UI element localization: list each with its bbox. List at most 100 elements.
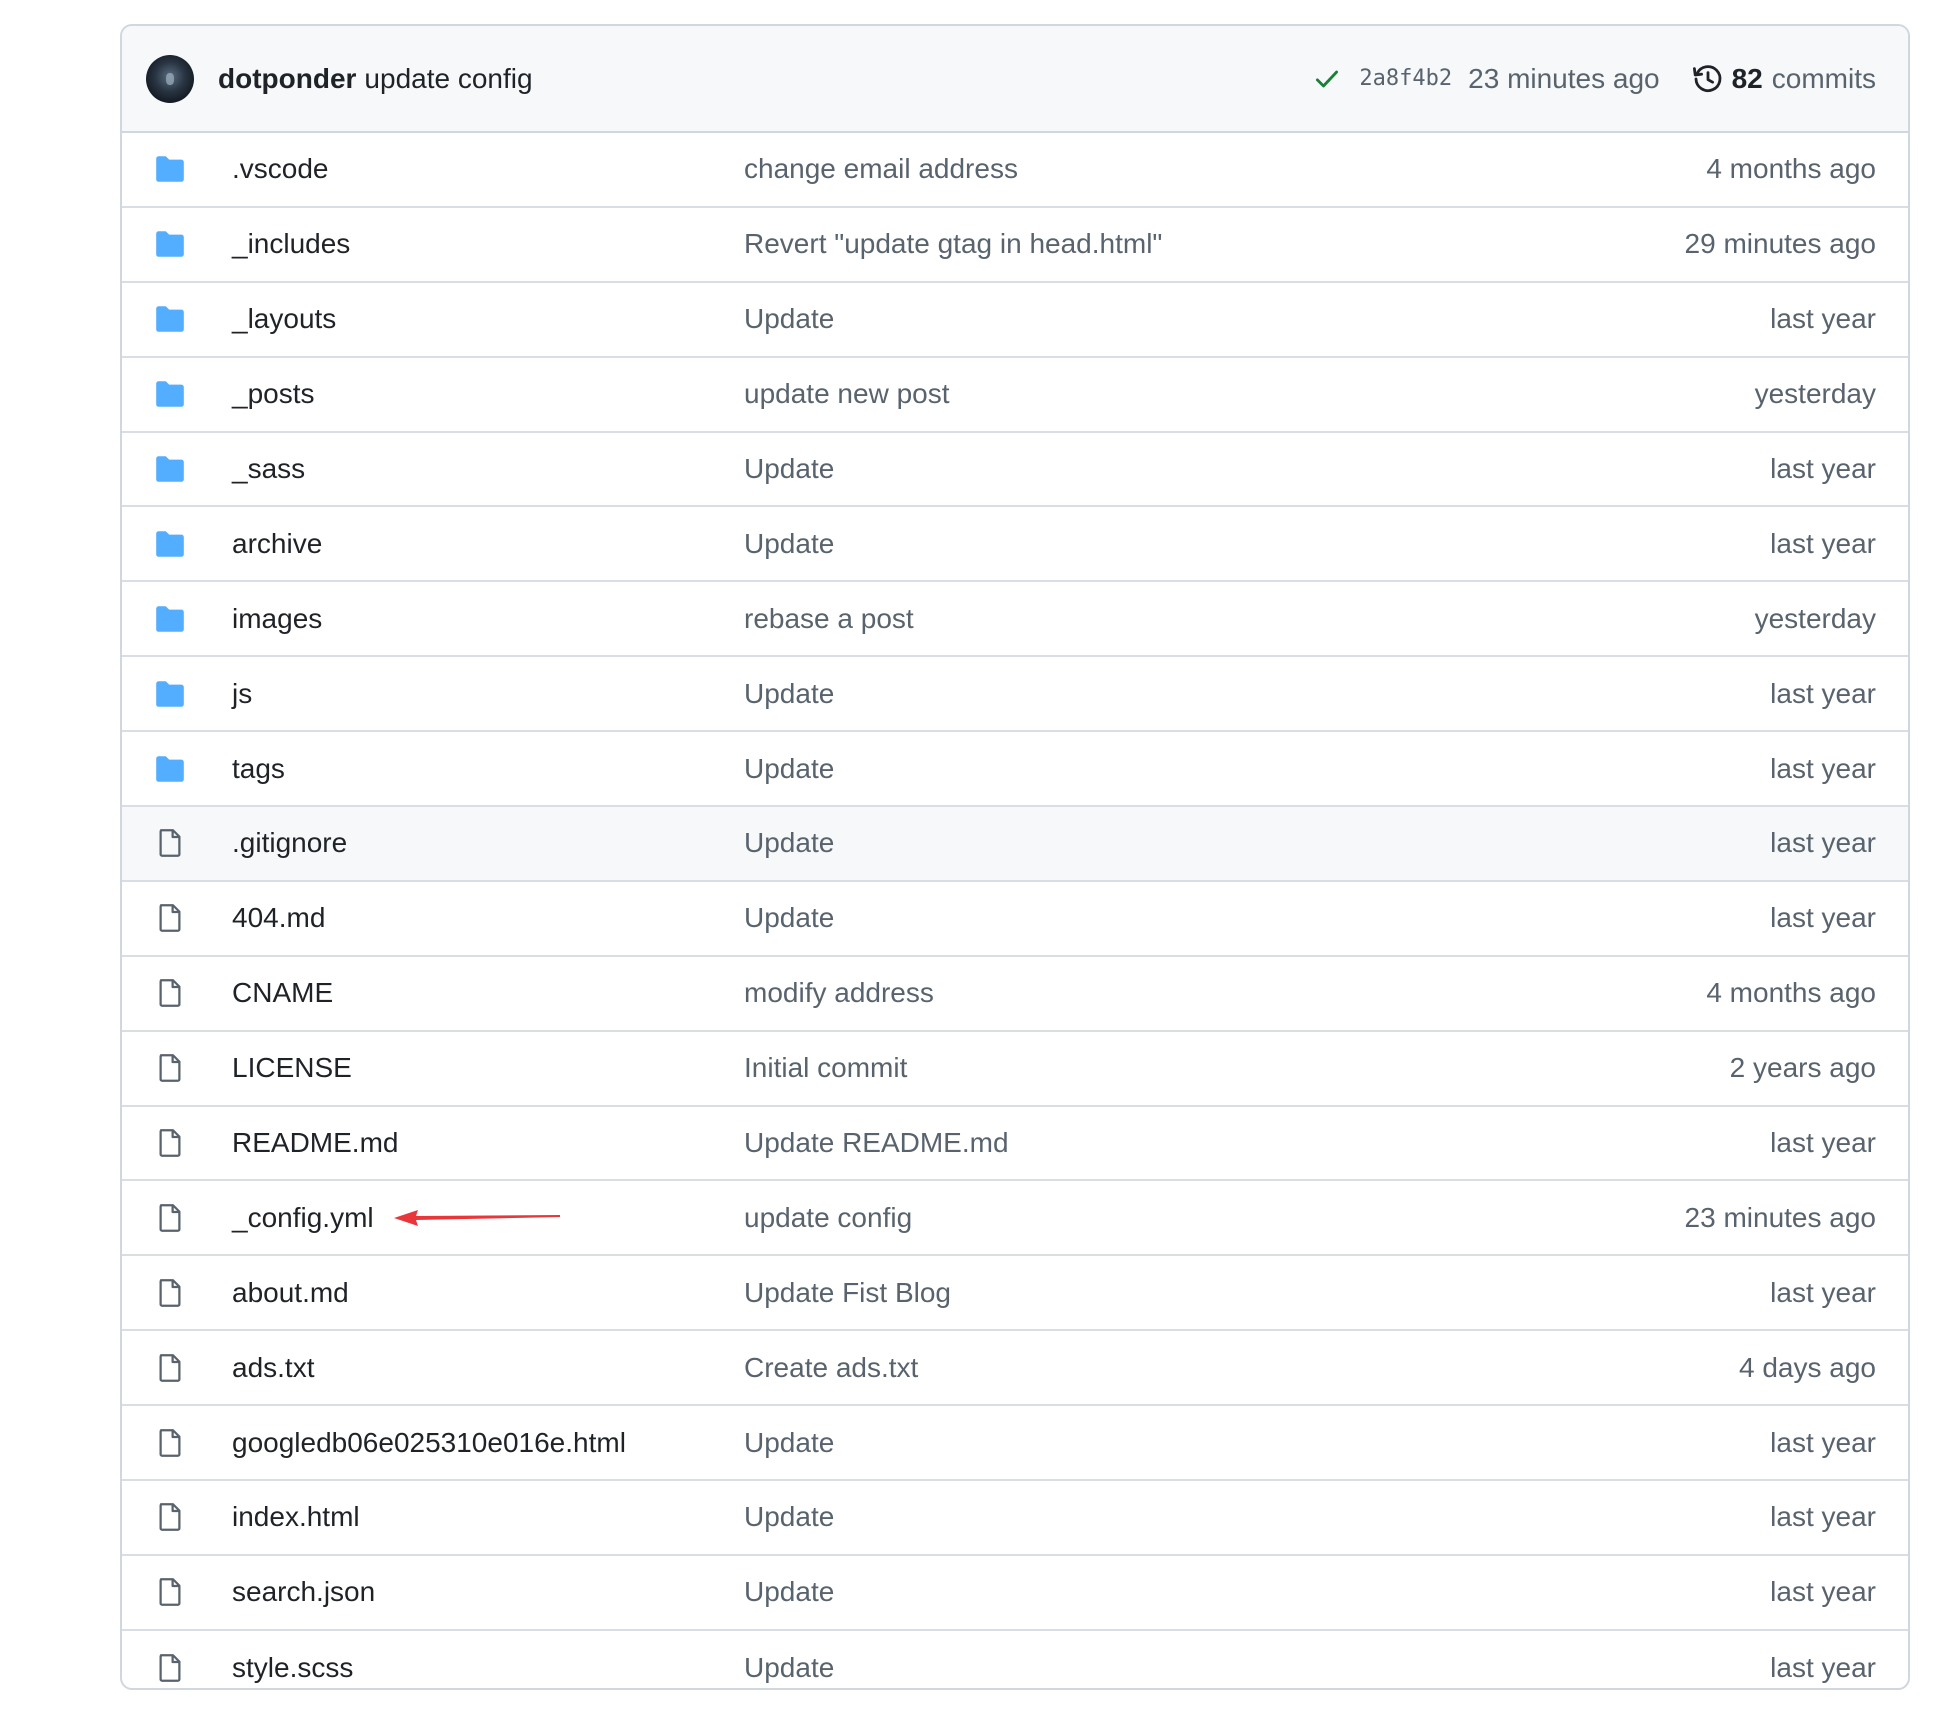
file-name-link[interactable]: LICENSE bbox=[232, 1052, 744, 1084]
commit-age: last year bbox=[1770, 677, 1876, 709]
commit-count: 82 bbox=[1731, 62, 1763, 94]
file-icon bbox=[152, 825, 188, 861]
file-row[interactable]: LICENSE Initial commit 2 years ago bbox=[122, 1032, 1908, 1107]
file-name-link[interactable]: tags bbox=[232, 753, 744, 785]
file-icon bbox=[152, 1650, 188, 1686]
commit-sha-link[interactable]: 2a8f4b2 bbox=[1359, 66, 1452, 91]
commit-age: last year bbox=[1770, 827, 1876, 859]
commit-message-link[interactable]: update config bbox=[744, 1202, 1685, 1234]
folder-icon bbox=[152, 601, 188, 637]
file-row[interactable]: images rebase a post yesterday bbox=[122, 582, 1908, 658]
file-row[interactable]: index.html Update last year bbox=[122, 1481, 1908, 1556]
folder-icon bbox=[152, 151, 188, 187]
commit-message-link[interactable]: update new post bbox=[744, 378, 1755, 410]
folder-icon bbox=[152, 301, 188, 337]
commit-message-link[interactable]: Update bbox=[744, 453, 1770, 485]
file-icon bbox=[152, 1125, 188, 1161]
file-row[interactable]: _sass Update last year bbox=[122, 433, 1908, 508]
file-name-link[interactable]: _posts bbox=[232, 378, 744, 410]
file-name-link[interactable]: 404.md bbox=[232, 902, 744, 934]
file-name-link[interactable]: images bbox=[232, 603, 744, 635]
commit-age: last year bbox=[1770, 1652, 1876, 1684]
commit-message-link[interactable]: Update bbox=[744, 753, 1770, 785]
commit-message-link[interactable]: Update Fist Blog bbox=[744, 1277, 1770, 1309]
file-icon bbox=[152, 975, 188, 1011]
file-row[interactable]: googledb06e025310e016e.html Update last ye… bbox=[122, 1406, 1908, 1482]
file-row[interactable]: _includes Revert "update gtag in head.htm… bbox=[122, 208, 1908, 283]
check-icon[interactable] bbox=[1313, 65, 1341, 93]
commit-message-link[interactable]: Update bbox=[744, 902, 1770, 934]
file-icon bbox=[152, 1350, 188, 1386]
file-row[interactable]: js Update last year bbox=[122, 657, 1908, 733]
file-name-link[interactable]: js bbox=[232, 678, 744, 710]
file-icon bbox=[152, 1425, 188, 1461]
file-name-link[interactable]: _layouts bbox=[232, 303, 744, 335]
file-name-link[interactable]: ads.txt bbox=[232, 1352, 744, 1384]
file-row[interactable]: .vscode change email address 4 months ago bbox=[122, 133, 1908, 208]
commit-message-link[interactable]: rebase a post bbox=[744, 603, 1755, 635]
file-name-link[interactable]: _includes bbox=[232, 228, 744, 260]
folder-icon bbox=[152, 751, 188, 787]
file-row[interactable]: .gitignore Update last year bbox=[122, 807, 1908, 882]
file-browser: dotponder update config 2a8f4b2 23 minut… bbox=[120, 24, 1910, 1690]
commit-message-link[interactable]: Update bbox=[744, 1427, 1770, 1459]
commit-age: last year bbox=[1770, 527, 1876, 559]
file-name-link[interactable]: index.html bbox=[232, 1501, 744, 1533]
file-row[interactable]: _config.yml update config 23 minutes ago bbox=[122, 1181, 1908, 1257]
file-icon bbox=[152, 1200, 188, 1236]
file-row[interactable]: README.md Update README.md last year bbox=[122, 1107, 1908, 1182]
commit-age: 4 days ago bbox=[1739, 1351, 1876, 1383]
commit-message-link[interactable]: modify address bbox=[744, 977, 1706, 1009]
commit-author-link[interactable]: dotponder bbox=[218, 63, 356, 95]
commit-message-link[interactable]: Initial commit bbox=[744, 1052, 1730, 1084]
file-name-link[interactable]: _config.yml bbox=[232, 1202, 744, 1234]
latest-commit-bar: dotponder update config 2a8f4b2 23 minut… bbox=[122, 26, 1908, 133]
commit-message-link[interactable]: Update bbox=[744, 827, 1770, 859]
file-name-link[interactable]: search.json bbox=[232, 1576, 744, 1608]
commit-message-link[interactable]: update config bbox=[364, 63, 532, 95]
commit-message-link[interactable]: Update bbox=[744, 678, 1770, 710]
commit-message-link[interactable]: Update bbox=[744, 1576, 1770, 1608]
file-row[interactable]: CNAME modify address 4 months ago bbox=[122, 957, 1908, 1032]
commit-message-link[interactable]: Update bbox=[744, 1501, 1770, 1533]
commit-message-link[interactable]: Create ads.txt bbox=[744, 1352, 1739, 1384]
file-name-link[interactable]: README.md bbox=[232, 1127, 744, 1159]
file-row[interactable]: about.md Update Fist Blog last year bbox=[122, 1256, 1908, 1332]
commit-message-link[interactable]: Update bbox=[744, 303, 1770, 335]
file-icon bbox=[152, 1574, 188, 1610]
file-row[interactable]: ads.txt Create ads.txt 4 days ago bbox=[122, 1331, 1908, 1407]
commit-message-link[interactable]: Update README.md bbox=[744, 1127, 1770, 1159]
file-name-link[interactable]: style.scss bbox=[232, 1652, 744, 1684]
file-row[interactable]: _posts update new post yesterday bbox=[122, 358, 1908, 433]
file-icon bbox=[152, 900, 188, 936]
file-name-link[interactable]: CNAME bbox=[232, 977, 744, 1009]
commit-age: last year bbox=[1770, 303, 1876, 335]
file-row[interactable]: 404.md Update last year bbox=[122, 882, 1908, 957]
file-row[interactable]: style.scss Update last year bbox=[122, 1631, 1908, 1688]
file-row[interactable]: _layouts Update last year bbox=[122, 283, 1908, 358]
history-icon bbox=[1692, 64, 1721, 92]
file-name-link[interactable]: .vscode bbox=[232, 153, 744, 185]
folder-icon bbox=[152, 676, 188, 712]
commit-age: last year bbox=[1770, 752, 1876, 784]
commit-message-link[interactable]: change email address bbox=[744, 153, 1706, 185]
file-name-link[interactable]: about.md bbox=[232, 1277, 744, 1309]
commit-age: last year bbox=[1770, 1127, 1876, 1159]
file-row[interactable]: search.json Update last year bbox=[122, 1556, 1908, 1631]
author-avatar[interactable] bbox=[146, 54, 194, 103]
file-row[interactable]: tags Update last year bbox=[122, 732, 1908, 808]
commit-age: last year bbox=[1770, 453, 1876, 484]
file-row[interactable]: archive Update last year bbox=[122, 507, 1908, 583]
file-list: .vscode change email address 4 months ago _… bbox=[122, 133, 1908, 1688]
commit-message-link[interactable]: Revert "update gtag in head.html" bbox=[744, 228, 1685, 260]
file-name-link[interactable]: .gitignore bbox=[232, 827, 744, 859]
commit-age: 4 months ago bbox=[1706, 977, 1876, 1009]
file-name-link[interactable]: googledb06e025310e016e.html bbox=[232, 1427, 744, 1459]
commit-time: 23 minutes ago bbox=[1468, 62, 1660, 94]
file-name-link[interactable]: _sass bbox=[232, 453, 744, 485]
commits-history-link[interactable]: 82 commits bbox=[1692, 63, 1876, 95]
file-name-link[interactable]: archive bbox=[232, 528, 744, 560]
folder-icon bbox=[152, 526, 188, 562]
commit-message-link[interactable]: Update bbox=[744, 528, 1770, 560]
commit-message-link[interactable]: Update bbox=[744, 1652, 1770, 1684]
